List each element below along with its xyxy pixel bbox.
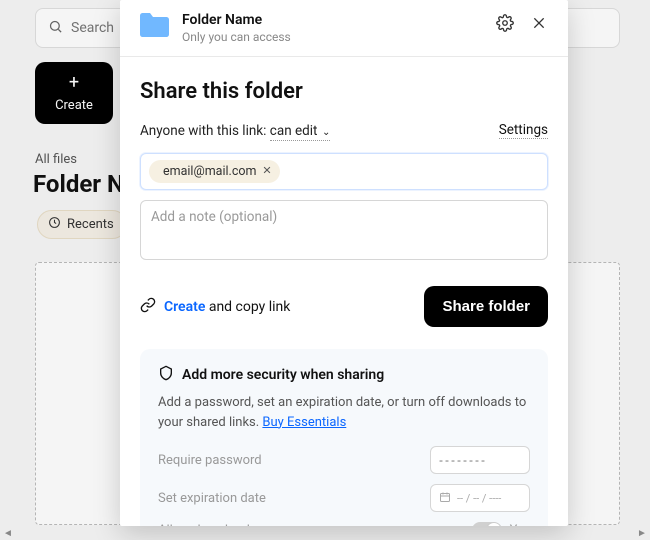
security-panel: Add more security when sharing Add a pas… xyxy=(140,349,548,526)
expiration-label: Set expiration date xyxy=(158,491,266,506)
share-modal: Folder Name Only you can access Share th… xyxy=(120,0,568,526)
modal-close-button[interactable] xyxy=(528,12,550,34)
create-link-action[interactable]: Create xyxy=(164,299,205,315)
shield-icon xyxy=(158,365,174,385)
modal-settings-gear[interactable] xyxy=(494,12,516,34)
email-chip[interactable]: email@mail.com xyxy=(149,160,280,183)
permission-dropdown[interactable]: can edit ⌄ xyxy=(270,123,331,141)
chevron-down-icon: ⌄ xyxy=(319,127,330,138)
horizontal-scrollbar[interactable]: ◄ ► xyxy=(0,526,650,540)
calendar-icon xyxy=(439,491,451,506)
email-input[interactable] xyxy=(286,160,539,183)
password-label: Require password xyxy=(158,453,262,468)
remove-chip-icon[interactable] xyxy=(262,164,272,179)
security-heading: Add more security when sharing xyxy=(182,367,384,383)
buy-essentials-link[interactable]: Buy Essentials xyxy=(262,415,346,430)
link-access-prefix: Anyone with this link: xyxy=(140,123,270,139)
create-link-suffix: and copy link xyxy=(205,299,290,315)
downloads-label: Allow downloads xyxy=(158,523,257,527)
scroll-right-icon[interactable]: ► xyxy=(636,527,648,539)
modal-header: Folder Name Only you can access xyxy=(120,0,568,57)
password-input[interactable] xyxy=(430,446,530,474)
email-input-box[interactable]: email@mail.com xyxy=(140,153,548,190)
link-icon xyxy=(140,297,156,317)
modal-access-sub: Only you can access xyxy=(182,30,482,44)
note-textarea[interactable] xyxy=(140,200,548,260)
link-settings[interactable]: Settings xyxy=(499,122,548,139)
modal-title: Share this folder xyxy=(140,79,548,104)
folder-icon xyxy=(138,12,170,38)
expiration-input[interactable]: -- / -- / ---- xyxy=(430,484,530,512)
create-link-row: Create and copy link xyxy=(140,297,290,317)
downloads-value: Yes xyxy=(510,523,530,527)
scroll-left-icon[interactable]: ◄ xyxy=(2,527,14,539)
share-folder-button[interactable]: Share folder xyxy=(424,286,548,327)
downloads-toggle[interactable] xyxy=(472,522,502,526)
email-chip-text: email@mail.com xyxy=(163,164,256,179)
modal-folder-name: Folder Name xyxy=(182,12,482,28)
expiration-placeholder: -- / -- / ---- xyxy=(457,492,501,505)
